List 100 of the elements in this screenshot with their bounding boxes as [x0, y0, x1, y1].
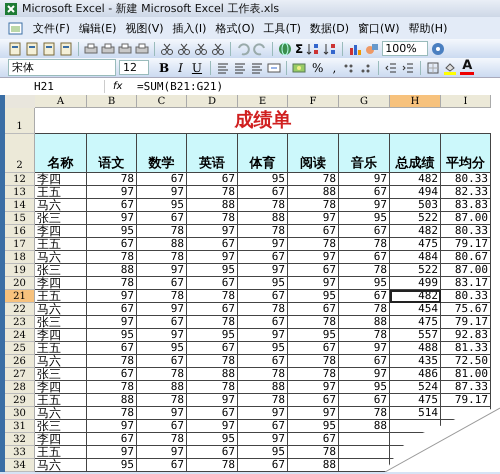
- table-cell: 97: [238, 407, 288, 420]
- table-cell: 67: [339, 251, 390, 264]
- row-header[interactable]: 28: [5, 381, 35, 394]
- table-cell: 454: [390, 303, 441, 316]
- menu-item[interactable]: 数据(D): [310, 20, 350, 36]
- row-header[interactable]: 33: [5, 446, 35, 459]
- table-cell: 95: [288, 329, 339, 342]
- row-header[interactable]: 18: [5, 251, 35, 264]
- column-header[interactable]: B: [87, 95, 137, 108]
- name-box[interactable]: H21: [0, 80, 105, 93]
- row-header[interactable]: 16: [5, 225, 35, 238]
- row-header[interactable]: 25: [5, 342, 35, 355]
- table-cell: 484: [390, 251, 441, 264]
- table-cell: 88: [87, 394, 137, 407]
- table-cell: 李四: [35, 277, 87, 290]
- table-cell: 67: [288, 264, 339, 277]
- row-header[interactable]: 34: [5, 459, 35, 472]
- table-cell: 97: [137, 329, 187, 342]
- table-cell: 67: [339, 186, 390, 199]
- table-cell: 李四: [35, 381, 87, 394]
- menu-item[interactable]: 插入(I): [172, 20, 206, 36]
- menu-item[interactable]: 文件(F): [33, 20, 70, 36]
- underline-button[interactable]: U: [188, 60, 206, 74]
- row-header[interactable]: 21: [5, 290, 35, 303]
- font-size-dropdown[interactable]: 12: [119, 60, 149, 75]
- row-header[interactable]: 20: [5, 277, 35, 290]
- row-header[interactable]: 29: [5, 394, 35, 407]
- table-cell: 97: [137, 264, 187, 277]
- row-header[interactable]: 12: [5, 173, 35, 186]
- table-cell: 李四: [35, 433, 87, 446]
- row-header[interactable]: 15: [5, 212, 35, 225]
- table-cell: 67: [137, 420, 187, 433]
- row-header[interactable]: 23: [5, 316, 35, 329]
- autosum-button[interactable]: Σ: [295, 42, 304, 56]
- column-header[interactable]: F: [288, 95, 339, 108]
- table-cell: 78: [238, 199, 288, 212]
- italic-button[interactable]: I: [175, 60, 186, 74]
- table-cell: 97: [137, 446, 187, 459]
- table-cell: 王五: [35, 342, 87, 355]
- zoom-dropdown[interactable]: 100%: [382, 41, 428, 56]
- menu-item[interactable]: 格式(O): [215, 20, 255, 36]
- table-cell: 475: [390, 316, 441, 329]
- menu-item[interactable]: 编辑(E): [78, 20, 116, 36]
- table-cell: 张三: [35, 264, 87, 277]
- row-header[interactable]: 14: [5, 199, 35, 212]
- menu-item[interactable]: 帮助(H): [408, 20, 448, 36]
- menu-item[interactable]: 视图(V): [125, 20, 164, 36]
- row-header[interactable]: 24: [5, 329, 35, 342]
- formula-field[interactable]: =SUM(B21:G21): [127, 80, 224, 93]
- menu-item[interactable]: 工具(T): [264, 20, 301, 36]
- row-header[interactable]: 2: [5, 134, 35, 173]
- table-cell: 97: [339, 199, 390, 212]
- row-header[interactable]: 1: [5, 108, 35, 134]
- insert-function-button[interactable]: fx: [105, 81, 127, 92]
- row-header[interactable]: 17: [5, 238, 35, 251]
- header-cell: 名称: [35, 134, 87, 173]
- table-cell: 95: [339, 277, 390, 290]
- table-cell: 67: [238, 186, 288, 199]
- table-cell: 95: [339, 212, 390, 225]
- table-cell: 67: [238, 316, 288, 329]
- table-cell: 78: [137, 290, 187, 303]
- column-header[interactable]: H: [390, 95, 441, 108]
- bold-button[interactable]: B: [156, 60, 172, 74]
- column-header[interactable]: E: [238, 95, 288, 108]
- table-cell: 78: [137, 394, 187, 407]
- table-cell: 95: [288, 420, 339, 433]
- column-header[interactable]: I: [441, 95, 491, 108]
- table-cell: 67: [238, 459, 288, 472]
- table-cell: 78: [288, 368, 339, 381]
- table-cell: 88: [339, 316, 390, 329]
- table-cell: 马六: [35, 199, 87, 212]
- font-name-dropdown[interactable]: 宋体: [8, 59, 116, 76]
- row-header[interactable]: 22: [5, 303, 35, 316]
- column-header[interactable]: A: [35, 95, 87, 108]
- row-header[interactable]: 30: [5, 407, 35, 420]
- menu-item[interactable]: 窗口(W): [358, 20, 400, 36]
- table-cell: 95: [187, 433, 238, 446]
- table-cell: 78: [339, 303, 390, 316]
- row-header[interactable]: 27: [5, 368, 35, 381]
- table-cell: 475: [390, 394, 441, 407]
- table-cell: 97: [137, 186, 187, 199]
- column-header[interactable]: C: [137, 95, 187, 108]
- table-cell: 马六: [35, 251, 87, 264]
- header-cell: 数学: [137, 134, 187, 173]
- row-header[interactable]: 13: [5, 186, 35, 199]
- table-cell: 97: [87, 316, 137, 329]
- row-header[interactable]: 32: [5, 433, 35, 446]
- window-title: Microsoft Excel - 新建 Microsoft Excel 工作表.xls: [22, 1, 280, 16]
- table-cell: 97: [87, 446, 137, 459]
- percent-button[interactable]: %: [309, 60, 326, 74]
- table-cell: 88: [137, 381, 187, 394]
- table-cell: 67: [288, 225, 339, 238]
- row-header[interactable]: 26: [5, 355, 35, 368]
- column-header[interactable]: D: [187, 95, 238, 108]
- table-cell: 78: [187, 212, 238, 225]
- column-header[interactable]: G: [339, 95, 390, 108]
- table-cell: 97: [288, 212, 339, 225]
- comma-button[interactable]: ,: [329, 60, 340, 74]
- row-header[interactable]: 31: [5, 420, 35, 433]
- row-header[interactable]: 19: [5, 264, 35, 277]
